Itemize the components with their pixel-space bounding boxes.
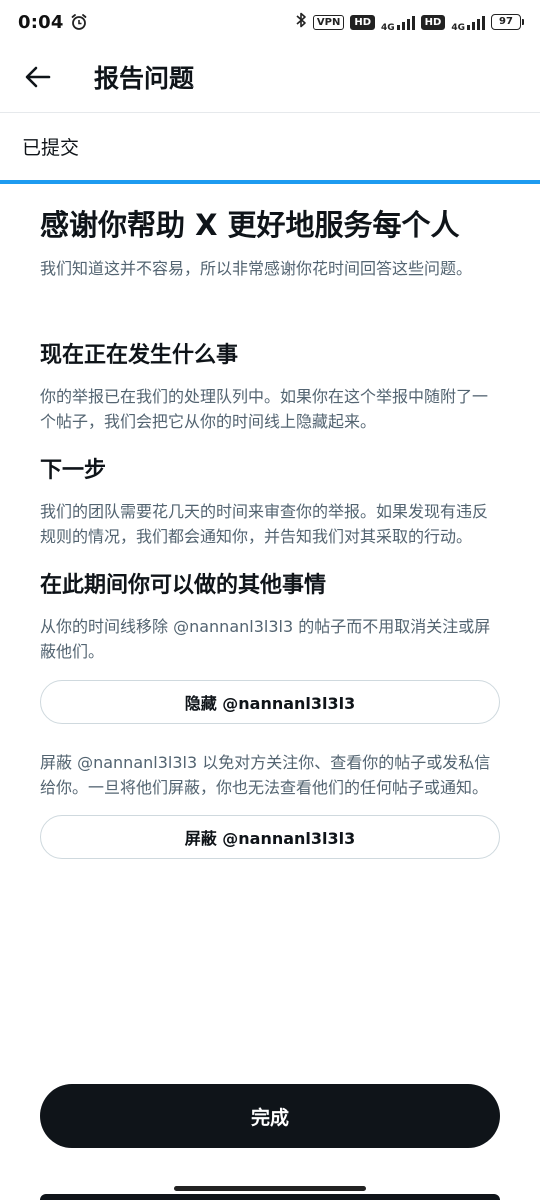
bottom-sheet-edge bbox=[40, 1194, 500, 1200]
hd-badge-1: HD bbox=[350, 14, 376, 30]
battery-level: 97 bbox=[491, 14, 521, 30]
vpn-badge: VPN bbox=[312, 14, 345, 30]
app-header: 报告问题 bbox=[0, 44, 540, 110]
block-user-button[interactable]: 屏蔽 @nannanl3l3l3 bbox=[40, 815, 500, 859]
alarm-icon bbox=[70, 13, 88, 31]
bluetooth-icon bbox=[295, 12, 307, 32]
network-label-2: 4G bbox=[451, 22, 465, 33]
hd-badge-2: HD bbox=[420, 14, 446, 30]
hide-posts-button[interactable]: 隐藏 @nannanl3l3l3 bbox=[40, 680, 500, 724]
main-content: 感谢你帮助 X 更好地服务每个人 我们知道这并不容易，所以非常感谢你花时间回答这… bbox=[40, 200, 500, 859]
status-time: 0:04 bbox=[18, 11, 64, 33]
section-body-current: 你的举报已在我们的处理队列中。如果你在这个举报中随附了一个帖子，我们会把它从你的… bbox=[40, 387, 489, 431]
section-title-current: 现在正在发生什么事 bbox=[40, 343, 239, 368]
submitted-label: 已提交 bbox=[22, 136, 80, 159]
headline: 感谢你帮助 X 更好地服务每个人 bbox=[40, 208, 460, 242]
signal-icon bbox=[396, 14, 415, 30]
section-body-next: 我们的团队需要花几天的时间来审查你的举报。如果发现有违反规则的情况，我们都会通知… bbox=[40, 502, 489, 546]
arrow-left-icon bbox=[25, 66, 51, 88]
battery-icon: 97 bbox=[491, 14, 524, 30]
section-body-other: 从你的时间线移除 @nannanl3l3l3 的帖子而不用取消关注或屏蔽他们。 bbox=[40, 617, 491, 661]
section-title-next: 下一步 bbox=[40, 458, 107, 483]
submitted-status: 已提交 bbox=[0, 113, 540, 179]
home-indicator[interactable] bbox=[174, 1186, 366, 1191]
headline-subtext: 我们知道这并不容易，所以非常感谢你花时间回答这些问题。 bbox=[40, 259, 473, 278]
status-icons: VPN HD 4G HD 4G 97 bbox=[295, 12, 524, 33]
done-button[interactable]: 完成 bbox=[40, 1084, 500, 1148]
back-button[interactable] bbox=[18, 57, 58, 97]
signal-icon bbox=[467, 14, 485, 30]
page-title: 报告问题 bbox=[94, 64, 195, 93]
block-description: 屏蔽 @nannanl3l3l3 以免对方关注你、查看你的帖子或发私信给你。一旦… bbox=[40, 753, 491, 797]
status-bar: 0:04 VPN HD 4G HD 4G 97 bbox=[0, 0, 540, 44]
section-title-other: 在此期间你可以做的其他事情 bbox=[40, 573, 327, 598]
network-label-1: 4G bbox=[381, 22, 395, 33]
progress-bar bbox=[0, 180, 540, 184]
